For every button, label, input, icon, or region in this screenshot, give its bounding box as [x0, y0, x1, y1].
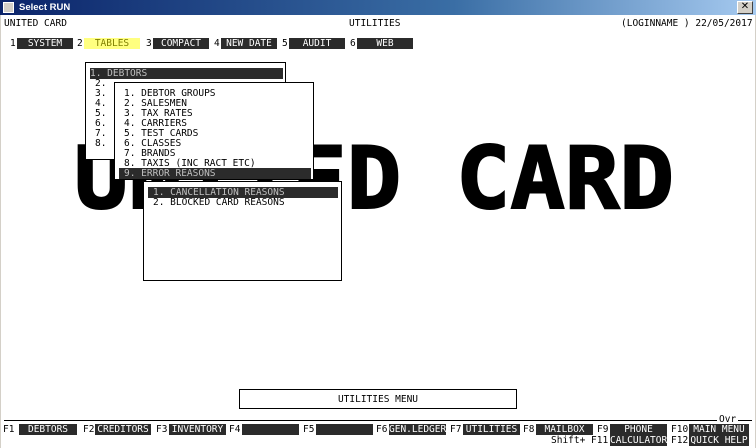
- fkey-quick-help[interactable]: QUICK HELP: [689, 435, 749, 446]
- debtors-submenu-panel: 1. DEBTOR GROUPS 2. SALESMEN 3. TAX RATE…: [114, 82, 314, 180]
- menu-label-box: UTILITIES MENU: [239, 389, 517, 409]
- screen-title: UTILITIES: [349, 18, 401, 29]
- user-date: (LOGINNAME ) 22/05/2017: [621, 18, 753, 29]
- fkey-f5[interactable]: [316, 424, 373, 435]
- fkey-f4[interactable]: [242, 424, 299, 435]
- menu-label: UTILITIES MENU: [337, 394, 419, 405]
- fkey-label: Shift+ F11: [551, 435, 609, 446]
- menu-system[interactable]: SYSTEM: [17, 38, 73, 49]
- menu3-item-blocked[interactable]: 2. BLOCKED CARD REASONS: [153, 197, 285, 208]
- error-reasons-submenu-panel: 1. CANCELLATION REASONS 2. BLOCKED CARD …: [143, 181, 342, 281]
- fkey-creditors[interactable]: CREDITORS: [95, 424, 151, 435]
- fkey-label: F7: [450, 424, 462, 435]
- menu-num: 2: [77, 38, 83, 49]
- fkey-label: F4: [229, 424, 241, 435]
- menu-num: 4: [214, 38, 220, 49]
- fkey-label: F10: [671, 424, 689, 435]
- fkey-utilities[interactable]: UTILITIES: [463, 424, 520, 435]
- window-title: Select RUN: [19, 2, 71, 13]
- fkey-phone-list[interactable]: PHONE LIST: [610, 424, 667, 446]
- menu1-item[interactable]: 8.: [95, 138, 106, 149]
- window-titlebar: Select RUN ✕: [0, 0, 756, 15]
- company-name: UNITED CARD: [4, 18, 67, 29]
- fkey-gen-ledger[interactable]: GEN.LEDGER: [389, 424, 446, 435]
- fkey-inventory[interactable]: INVENTORY: [169, 424, 226, 435]
- menu-num: 6: [350, 38, 356, 49]
- menu1-item-debtors[interactable]: 1. DEBTORS: [90, 68, 283, 79]
- menu-num: 1: [10, 38, 16, 49]
- menu-compact[interactable]: COMPACT: [153, 38, 209, 49]
- menu2-item-error-reasons[interactable]: 9. ERROR REASONS: [119, 168, 311, 179]
- menu-num: 3: [146, 38, 152, 49]
- fkey-label: F9: [597, 424, 609, 435]
- close-button[interactable]: ✕: [737, 1, 753, 14]
- fkey-mailbox[interactable]: MAILBOX: [536, 424, 593, 435]
- fkey-label: F6: [376, 424, 388, 435]
- status-divider: [4, 420, 752, 421]
- menu-num: 5: [282, 38, 288, 49]
- fkey-calculator[interactable]: CALCULATOR: [610, 435, 667, 446]
- menu-new-date[interactable]: NEW DATE: [221, 38, 277, 49]
- app-icon: [3, 2, 14, 13]
- fkey-label: F8: [523, 424, 535, 435]
- fkey-label: F3: [156, 424, 168, 435]
- menu-audit[interactable]: AUDIT: [289, 38, 345, 49]
- fkey-main-menu[interactable]: MAIN MENU: [689, 424, 749, 435]
- fkey-label: F2: [83, 424, 95, 435]
- fkey-label: F1: [3, 424, 15, 435]
- fkey-label: F12: [671, 435, 689, 446]
- menu-tables[interactable]: TABLES: [84, 38, 140, 49]
- menu-web[interactable]: WEB: [357, 38, 413, 49]
- close-icon: ✕: [740, 1, 750, 12]
- fkey-label: F5: [303, 424, 315, 435]
- fkey-debtors[interactable]: DEBTORS: [19, 424, 77, 435]
